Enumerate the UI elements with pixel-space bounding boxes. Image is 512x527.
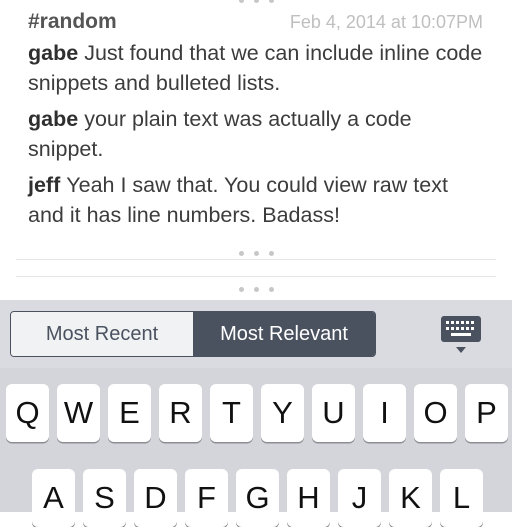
- message: gabe your plain text was actually a code …: [28, 104, 488, 164]
- card-divider: [16, 276, 496, 277]
- key-t[interactable]: T: [210, 384, 253, 442]
- key-r[interactable]: R: [159, 384, 202, 442]
- key-e[interactable]: E: [108, 384, 151, 442]
- key-s[interactable]: S: [83, 469, 126, 527]
- key-u[interactable]: U: [312, 384, 355, 442]
- key-h[interactable]: H: [287, 469, 330, 527]
- message-author: gabe: [28, 41, 79, 65]
- message-text: your plain text was actually a code snip…: [28, 107, 412, 161]
- key-i[interactable]: I: [363, 384, 406, 442]
- separator-dots: [0, 251, 512, 256]
- channel-name[interactable]: #random: [28, 10, 117, 34]
- keyboard-hide-icon[interactable]: [438, 314, 484, 356]
- message-author: gabe: [28, 107, 79, 131]
- search-result-card[interactable]: #random Feb 4, 2014 at 10:07PM gabe Just …: [28, 10, 488, 230]
- key-o[interactable]: O: [414, 384, 457, 442]
- sort-most-recent-button[interactable]: Most Recent: [11, 312, 193, 356]
- separator-dots: [0, 287, 512, 292]
- message-text: Just found that we can include inline co…: [28, 41, 483, 95]
- message-timestamp: Feb 4, 2014 at 10:07PM: [289, 12, 483, 32]
- key-j[interactable]: J: [338, 469, 381, 527]
- message: gabe Just found that we can include inlin…: [28, 38, 488, 98]
- key-a[interactable]: A: [32, 469, 75, 527]
- key-q[interactable]: Q: [6, 384, 49, 442]
- key-p[interactable]: P: [465, 384, 508, 442]
- message-author: jeff: [28, 173, 61, 197]
- key-l[interactable]: L: [440, 469, 483, 527]
- key-d[interactable]: D: [134, 469, 177, 527]
- key-y[interactable]: Y: [261, 384, 304, 442]
- separator-dots-top: [0, 0, 512, 3]
- key-f[interactable]: F: [185, 469, 228, 527]
- key-k[interactable]: K: [389, 469, 432, 527]
- card-divider: [16, 259, 496, 260]
- key-w[interactable]: W: [57, 384, 100, 442]
- key-g[interactable]: G: [236, 469, 279, 527]
- message-text: Yeah I saw that. You could view raw text…: [28, 173, 448, 227]
- sort-segmented-control[interactable]: Most Recent Most Relevant: [10, 311, 376, 357]
- sort-most-relevant-button[interactable]: Most Relevant: [193, 312, 375, 356]
- message: jeff Yeah I saw that. You could view raw …: [28, 170, 488, 230]
